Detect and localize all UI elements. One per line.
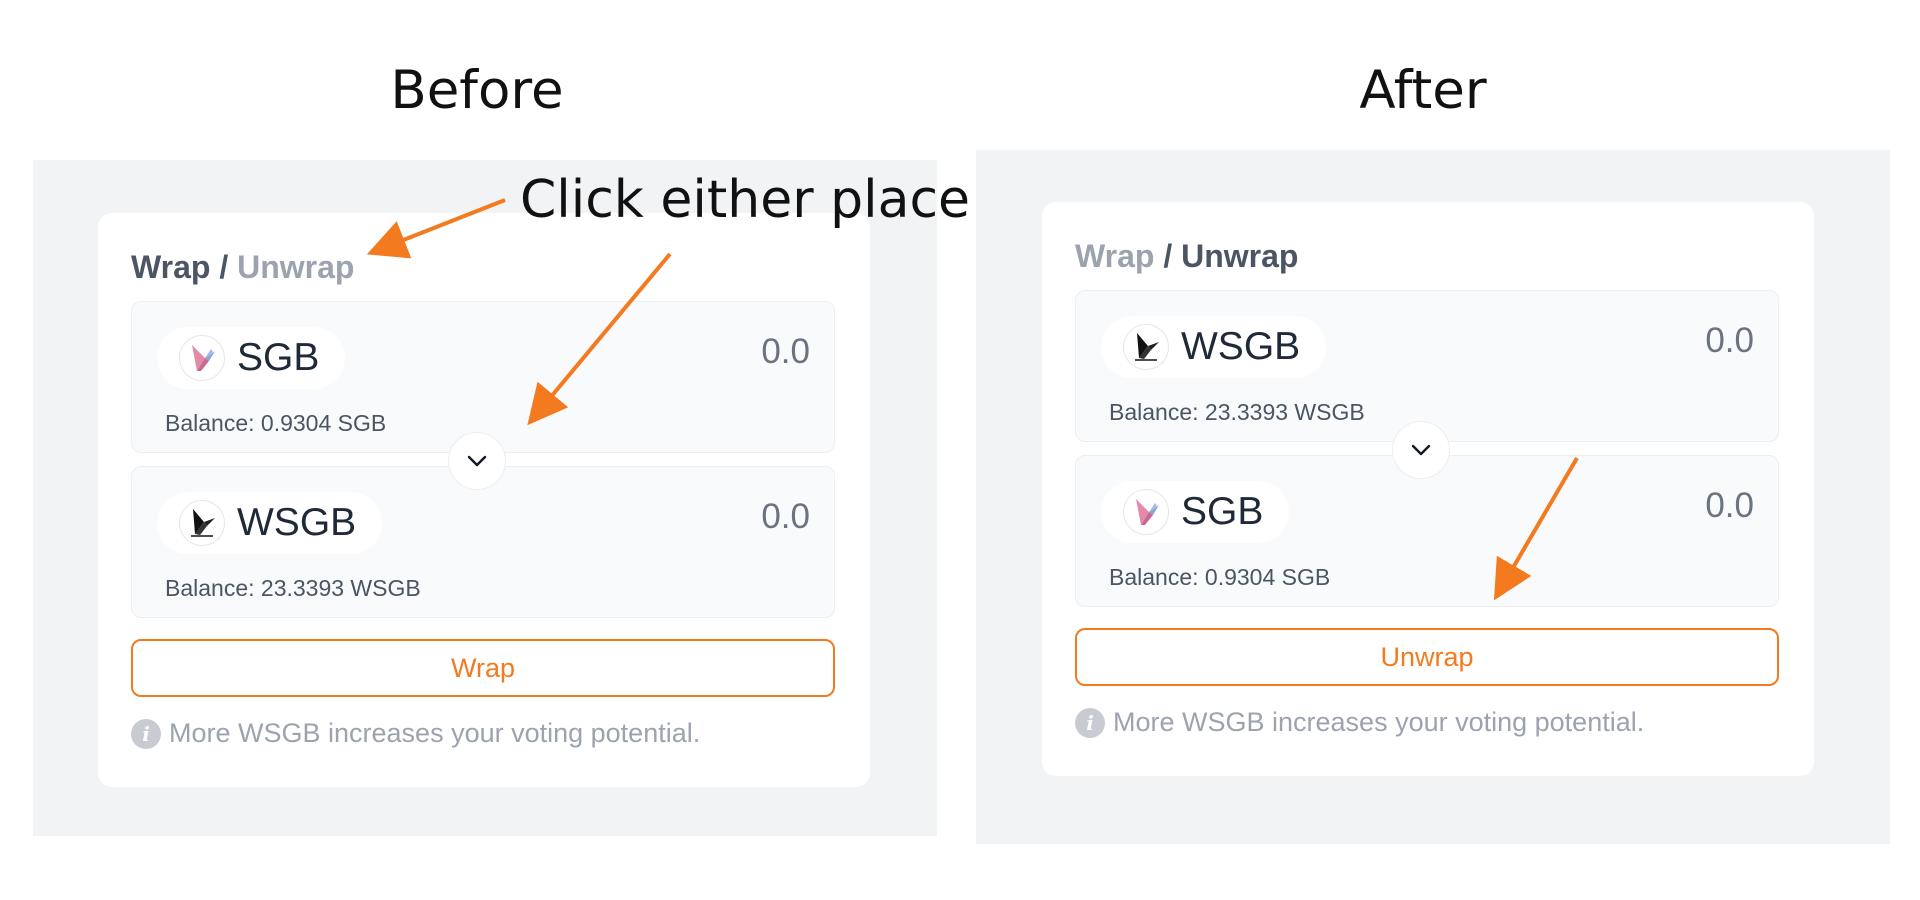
swap-direction-button[interactable]	[1392, 421, 1450, 479]
amount-input[interactable]: 0.0	[1705, 486, 1754, 526]
unwrap-card: Wrap / Unwrap WSGB 0.0 Balance: 23.3393 …	[1042, 202, 1814, 776]
tab-separator: /	[1163, 238, 1173, 274]
token-symbol: WSGB	[237, 501, 357, 544]
wrap-card: Wrap / Unwrap SGB 0.0 Balance: 0.9304 SG…	[98, 213, 870, 787]
after-heading: After	[1359, 60, 1487, 121]
before-panel: Wrap / Unwrap SGB 0.0 Balance: 0.9304 SG…	[33, 160, 937, 836]
unwrap-button[interactable]: Unwrap	[1075, 628, 1779, 686]
tab-wrap[interactable]: Wrap	[1075, 238, 1154, 274]
token-selector[interactable]: SGB	[157, 327, 346, 389]
tab-unwrap[interactable]: Unwrap	[1181, 238, 1298, 274]
token-selector[interactable]: SGB	[1101, 481, 1290, 543]
balance-label: Balance: 23.3393 WSGB	[165, 575, 421, 601]
amount-input[interactable]: 0.0	[761, 332, 810, 372]
token-symbol: SGB	[237, 336, 320, 379]
amount-input[interactable]: 0.0	[761, 497, 810, 537]
before-heading: Before	[390, 60, 564, 121]
amount-input[interactable]: 0.0	[1705, 321, 1754, 361]
info-text: More WSGB increases your voting potentia…	[169, 718, 701, 748]
info-icon: i	[1075, 707, 1105, 738]
token-symbol: WSGB	[1181, 325, 1301, 368]
sgb-bird-icon	[179, 335, 225, 381]
tab-wrap[interactable]: Wrap	[131, 249, 210, 285]
info-icon: i	[131, 718, 161, 749]
info-note: i More WSGB increases your voting potent…	[1075, 707, 1644, 738]
from-token-box: SGB 0.0 Balance: 0.9304 SGB	[131, 301, 835, 453]
swap-direction-button[interactable]	[448, 432, 506, 490]
info-text: More WSGB increases your voting potentia…	[1113, 707, 1645, 737]
tab-unwrap[interactable]: Unwrap	[237, 249, 354, 285]
from-token-box: WSGB 0.0 Balance: 23.3393 WSGB	[1075, 290, 1779, 442]
wsgb-bird-icon	[179, 500, 225, 546]
token-symbol: SGB	[1181, 490, 1264, 533]
wrap-button[interactable]: Wrap	[131, 639, 835, 697]
wrap-unwrap-tabs: Wrap / Unwrap	[131, 249, 354, 286]
token-selector[interactable]: WSGB	[157, 492, 383, 554]
balance-label: Balance: 0.9304 SGB	[165, 410, 387, 436]
wsgb-bird-icon	[1123, 324, 1169, 370]
balance-label: Balance: 0.9304 SGB	[1109, 564, 1331, 590]
chevron-down-icon	[1411, 444, 1431, 456]
tab-separator: /	[219, 249, 229, 285]
chevron-down-icon	[467, 455, 487, 467]
balance-label: Balance: 23.3393 WSGB	[1109, 399, 1365, 425]
sgb-bird-icon	[1123, 489, 1169, 535]
token-selector[interactable]: WSGB	[1101, 316, 1327, 378]
after-panel: Wrap / Unwrap WSGB 0.0 Balance: 23.3393 …	[976, 150, 1890, 844]
info-note: i More WSGB increases your voting potent…	[131, 718, 700, 749]
wrap-unwrap-tabs: Wrap / Unwrap	[1075, 238, 1298, 275]
annotation-callout: Click either place	[520, 170, 971, 230]
